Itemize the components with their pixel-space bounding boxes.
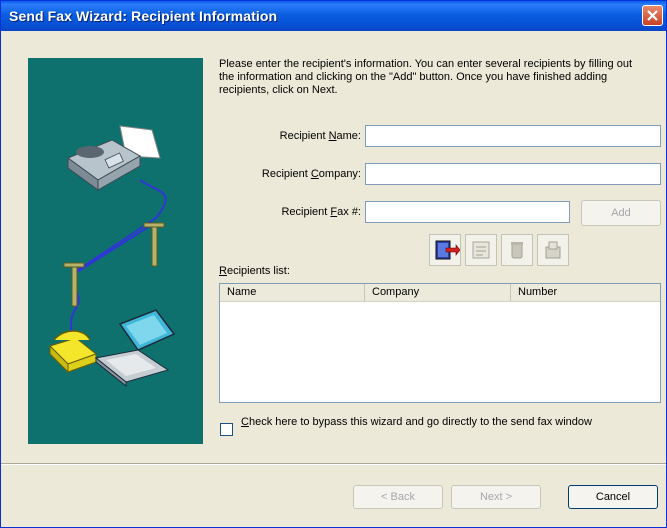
title-bar[interactable]: Send Fax Wizard: Recipient Information (1, 1, 666, 31)
instructions-text: Please enter the recipient's information… (219, 58, 633, 96)
telephone-icon (49, 330, 98, 374)
recipient-fax-field[interactable] (365, 201, 570, 223)
close-button[interactable] (642, 5, 663, 26)
recipient-details-button[interactable] (465, 234, 497, 266)
back-button[interactable]: < Back (353, 485, 443, 509)
recipient-fax-label: Recipient Fax #: (281, 206, 361, 218)
window-title: Send Fax Wizard: Recipient Information (9, 8, 278, 24)
bypass-wizard-checkbox[interactable] (220, 423, 233, 436)
recipient-name-label: Recipient Name: (279, 130, 361, 142)
pole-right (143, 222, 165, 267)
recipient-company-field[interactable] (365, 163, 661, 185)
delete-recipient-icon (511, 242, 523, 259)
edit-recipient-button[interactable] (537, 234, 569, 266)
recipients-list[interactable]: Name Company Number (219, 283, 661, 403)
close-icon (647, 10, 658, 21)
laptop-icon (94, 309, 176, 388)
list-header: Name Company Number (220, 284, 660, 302)
column-header-number[interactable]: Number (511, 284, 660, 301)
address-book-icon (435, 240, 461, 260)
cancel-button[interactable]: Cancel (568, 485, 658, 509)
fax-machine-icon (66, 125, 161, 191)
address-book-button[interactable] (429, 234, 461, 266)
delete-recipient-button[interactable] (501, 234, 533, 266)
next-button[interactable]: Next > (451, 485, 541, 509)
recipient-name-field[interactable] (365, 125, 661, 147)
send-fax-wizard-window: Send Fax Wizard: Recipient Information P… (0, 0, 667, 528)
column-header-company[interactable]: Company (365, 284, 511, 301)
edit-recipient-icon (545, 241, 561, 259)
recipients-list-label: Recipients list: (219, 265, 290, 277)
bypass-wizard-label: Check here to bypass this wizard and go … (241, 416, 592, 428)
recipient-details-icon (472, 241, 490, 259)
footer-separator (1, 463, 666, 465)
add-button[interactable]: Add (581, 200, 661, 226)
recipient-company-label: Recipient Company: (261, 168, 361, 180)
wizard-illustration (28, 58, 203, 444)
column-header-name[interactable]: Name (220, 284, 365, 301)
